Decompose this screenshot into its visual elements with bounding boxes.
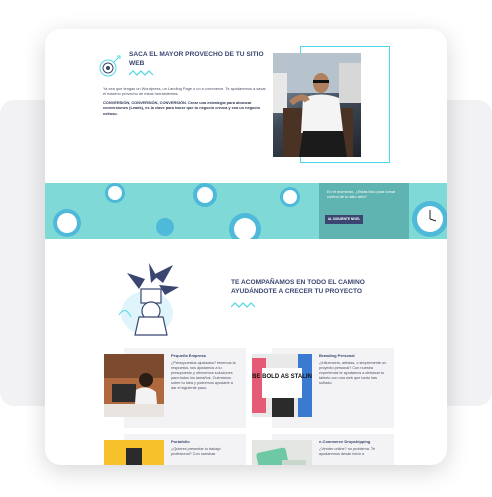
service-card-small-business[interactable]: Pequeña Empresa ¿Presupuestos ajustados?… — [104, 348, 246, 428]
service-title: e-Commerce Dropshipping — [319, 439, 371, 444]
target-logo-icon — [99, 55, 121, 77]
website-preview-card: SACA EL MAYOR PROVECHO DE TU SITIO WEB Y… — [45, 29, 447, 465]
zigzag-divider-icon — [231, 302, 256, 308]
service-image — [104, 440, 164, 465]
hero-paragraph: Ya sea que tengas un Wordpress, un Landi… — [103, 86, 266, 97]
banner-text: En el momento, ¿Estás listo para tomar c… — [327, 189, 396, 199]
service-text: ¿Vender online? no problema. Te ayudarem… — [319, 447, 375, 456]
banner-cta-button[interactable]: AL SIGUIENTE NIVEL — [325, 215, 363, 224]
service-text: ¿Quieres presentar tu trabajo profesiona… — [171, 447, 221, 456]
service-image: BE BOLD AS STALIN — [252, 354, 312, 417]
clock-banner: En el momento, ¿Estás listo para tomar c… — [45, 183, 447, 239]
hero-paragraph-bold: CONVERSIÓN, CONVERSIÓN, CONVERSIÓN. Crea… — [103, 100, 260, 116]
hero-photo — [273, 53, 361, 157]
service-title: Pequeña Empresa — [171, 353, 206, 358]
service-title: Portafolio — [171, 439, 190, 444]
service-image — [104, 354, 164, 417]
hero-title: SACA EL MAYOR PROVECHO DE TU SITIO WEB — [129, 51, 264, 67]
service-image — [252, 440, 312, 465]
plant-illustration-icon — [118, 263, 179, 336]
service-text: ¿Presupuestos ajustados? tenemos la resp… — [171, 361, 236, 390]
zigzag-divider-icon — [129, 70, 154, 76]
service-title: Branding Personal — [319, 353, 355, 358]
service-card-ecommerce[interactable]: e-Commerce Dropshipping ¿Vender online? … — [252, 434, 394, 465]
section-title: TE ACOMPAÑAMOS EN TODO EL CAMINO AYUDÁND… — [231, 279, 365, 295]
poster-text: BE BOLD AS STALIN — [252, 374, 312, 380]
service-card-portfolio[interactable]: Portafolio ¿Quieres presentar tu trabajo… — [104, 434, 246, 465]
service-text: ¿Influencers, artistas, o simplemente un… — [319, 361, 387, 385]
service-card-personal-branding[interactable]: BE BOLD AS STALIN Branding Personal ¿Inf… — [252, 348, 394, 428]
